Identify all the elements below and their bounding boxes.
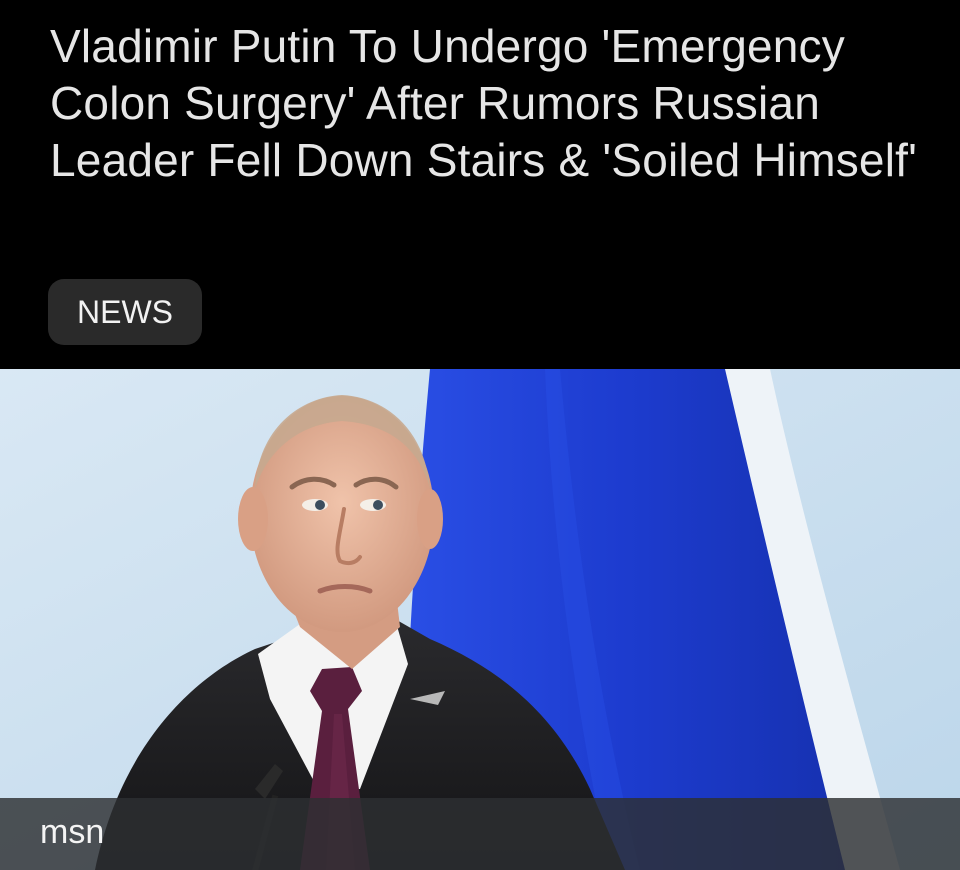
category-tag-news[interactable]: NEWS — [48, 279, 202, 345]
article-photo[interactable]: msn — [0, 369, 960, 870]
article-headline[interactable]: Vladimir Putin To Undergo 'Emergency Col… — [50, 18, 930, 189]
source-bar: msn — [0, 798, 960, 870]
source-label-msn[interactable]: msn — [40, 812, 104, 852]
news-card[interactable]: Vladimir Putin To Undergo 'Emergency Col… — [0, 0, 960, 870]
photo-illustration — [0, 369, 960, 870]
